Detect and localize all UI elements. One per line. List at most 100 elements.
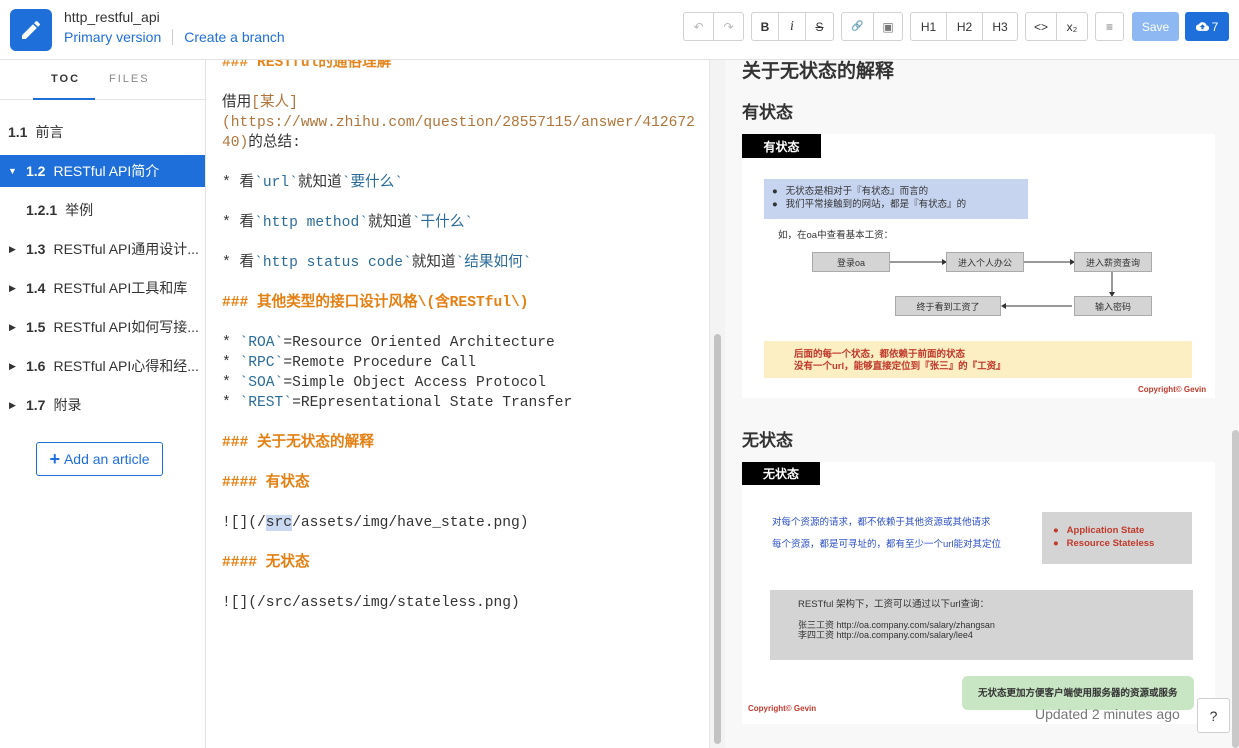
toc-number: 1.1 [8, 124, 28, 140]
scrollbar-thumb[interactable] [1232, 430, 1239, 748]
toc-label: 附录 [53, 397, 82, 413]
redo-icon[interactable]: ↷ [713, 12, 744, 41]
editor-scrollbar[interactable] [709, 60, 725, 748]
text-selection: src [265, 515, 293, 531]
tab-toc[interactable]: TOC [51, 73, 80, 85]
caret-right-icon[interactable]: ▶ [9, 283, 16, 294]
editor-line: ### RESTful的通俗理解 [222, 60, 392, 71]
toc-item-1-1[interactable]: 1.1 前言 [0, 116, 205, 148]
toc-item-1-3[interactable]: ▶ 1.3 RESTful API通用设计... [0, 233, 205, 265]
scrollbar-thumb[interactable] [714, 334, 721, 744]
toc-item-1-2-1[interactable]: 1.2.1 举例 [0, 194, 205, 226]
save-button[interactable]: Save [1132, 12, 1179, 41]
version-links: Primary version Create a branch [64, 29, 285, 45]
editor-line: #### 有状态 [222, 475, 310, 491]
editor-line: #### 无状态 [222, 555, 310, 571]
strikethrough-button[interactable]: S [805, 12, 834, 41]
markdown-editor[interactable]: ### RESTful的通俗理解 借用[某人] (https://www.zhi… [206, 60, 709, 748]
editor-line: * 看`http method`就知道`干什么` [222, 215, 474, 231]
toc-label: RESTful API如何写接... [53, 319, 199, 335]
toc-number: 1.5 [26, 319, 46, 335]
toc-item-1-2[interactable]: ▼ 1.2 RESTful API简介 [0, 155, 205, 187]
edit-logo-icon[interactable] [10, 9, 52, 51]
flow-box: 终于看到工资了 [895, 296, 1001, 316]
toc-item-1-4[interactable]: ▶ 1.4 RESTful API工具和库 [0, 272, 205, 304]
editor-line: ### 关于无状态的解释 [222, 435, 374, 451]
help-button[interactable]: ? [1197, 698, 1230, 733]
link-icon[interactable]: 🔗 [841, 12, 874, 41]
toc-number: 1.2.1 [26, 202, 58, 218]
horizontal-rule-icon[interactable]: ≡ [1095, 12, 1124, 41]
copyright: Copyright© Gevin [1138, 385, 1207, 394]
caret-right-icon[interactable]: ▶ [9, 322, 16, 333]
query-line: 李四工资 http://oa.company.com/salary/lee4 [798, 630, 973, 640]
state-line: ● Application State [1053, 525, 1145, 536]
editor-line: * `RPC`=Remote Procedure Call [222, 355, 476, 371]
add-article-label: Add an article [63, 451, 150, 467]
top-bar: http_restful_api Primary version Create … [0, 0, 1239, 60]
h2-button[interactable]: H2 [946, 12, 983, 41]
summary-box: 无状态更加方便客户端使用服务器的资源或服务 [962, 676, 1194, 710]
updated-status: Updated 2 minutes ago [1035, 706, 1180, 722]
warning-box: 后面的每一个状态，都依赖于前面的状态 没有一个url，能够直接定位到『张三』的『… [764, 341, 1192, 378]
h3-button[interactable]: H3 [982, 12, 1018, 41]
caret-right-icon[interactable]: ▶ [9, 361, 16, 372]
editor-line: 40)的总结: [222, 135, 301, 151]
editor-line: * `SOA`=Simple Object Access Protocol [222, 375, 547, 391]
state-line: ● Resource Stateless [1053, 538, 1155, 549]
active-tab-indicator [33, 98, 95, 100]
editor-line: (https://www.zhihu.com/question/28557115… [222, 115, 695, 131]
sidebar-tabs: TOC FILES [0, 60, 205, 100]
image-icon[interactable]: ▣ [873, 12, 903, 41]
caret-right-icon[interactable]: ▶ [9, 244, 16, 255]
toc-item-1-5[interactable]: ▶ 1.5 RESTful API如何写接... [0, 311, 205, 343]
toc-number: 1.6 [26, 358, 46, 374]
query-box: RESTful 架构下，工资可以通过以下url查询： 张三工资 http://o… [770, 590, 1193, 660]
primary-version-link[interactable]: Primary version [64, 29, 161, 45]
preview-scrollbar[interactable] [1232, 60, 1239, 748]
toc-label: RESTful API心得和经... [53, 358, 199, 374]
create-branch-link[interactable]: Create a branch [184, 29, 284, 45]
toc-label: 前言 [35, 124, 64, 140]
state-box: ● Application State ● Resource Stateless [1042, 512, 1192, 564]
toc-item-1-7[interactable]: ▶ 1.7 附录 [0, 389, 205, 421]
divider [172, 29, 174, 45]
diagram-tag: 无状态 [742, 462, 820, 485]
query-line: RESTful 架构下，工资可以通过以下url查询： [798, 599, 990, 610]
italic-button[interactable]: i [778, 12, 806, 41]
publish-button[interactable]: 7 [1185, 12, 1229, 41]
plus-icon: + [49, 449, 60, 469]
subscript-icon[interactable]: x₂ [1056, 12, 1088, 41]
editor-line: ![](/src/assets/img/stateless.png) [222, 595, 520, 611]
tab-files[interactable]: FILES [109, 73, 150, 85]
preview-heading-have-state: 有状态 [742, 103, 793, 122]
code-icon[interactable]: <> [1025, 12, 1057, 41]
stateless-diagram: 无状态 对每个资源的请求，都不依赖于其他资源或其他请求 每个资源，都是可寻址的，… [742, 462, 1215, 724]
repo-name: http_restful_api [64, 9, 160, 25]
editor-line: * 看`url`就知道`要什么` [222, 175, 403, 191]
preview-heading: 关于无状态的解释 [742, 61, 895, 82]
editor-line: * `ROA`=Resource Oriented Architecture [222, 335, 555, 351]
add-article-button[interactable]: + Add an article [36, 442, 163, 476]
toc-label: RESTful API工具和库 [53, 280, 188, 296]
toc-label: RESTful API通用设计... [53, 241, 199, 257]
preview-heading-stateless: 无状态 [742, 431, 793, 450]
editor-line: ### 其他类型的接口设计风格\(含RESTful\) [222, 295, 529, 311]
toc-label: RESTful API简介 [53, 163, 160, 179]
caret-down-icon[interactable]: ▼ [8, 166, 17, 176]
have-state-diagram: 有状态 ● 无状态是相对于『有状态』而言的 ● 我们平常接触到的网站，都是『有状… [742, 134, 1215, 398]
copyright: Copyright© Gevin [748, 704, 817, 713]
flow-box: 进入个人办公 [946, 252, 1024, 272]
undo-icon[interactable]: ↶ [683, 12, 714, 41]
h1-button[interactable]: H1 [910, 12, 947, 41]
editor-toolbar: ↶ ↷ B i S 🔗 ▣ H1 H2 H3 <> x₂ ≡ [683, 12, 1131, 41]
caret-right-icon[interactable]: ▶ [9, 400, 16, 411]
flow-box: 输入密码 [1074, 296, 1152, 316]
bold-button[interactable]: B [751, 12, 779, 41]
diagram-text: 对每个资源的请求，都不依赖于其他资源或其他请求 [772, 517, 991, 528]
toc-item-1-6[interactable]: ▶ 1.6 RESTful API心得和经... [0, 350, 205, 382]
sidebar: TOC FILES 1.1 前言 ▼ 1.2 RESTful API简介 1.2… [0, 60, 206, 748]
toc-number: 1.4 [26, 280, 46, 296]
editor-line: ![](/src/assets/img/have_state.png) [222, 515, 529, 531]
toc-number: 1.3 [26, 241, 46, 257]
